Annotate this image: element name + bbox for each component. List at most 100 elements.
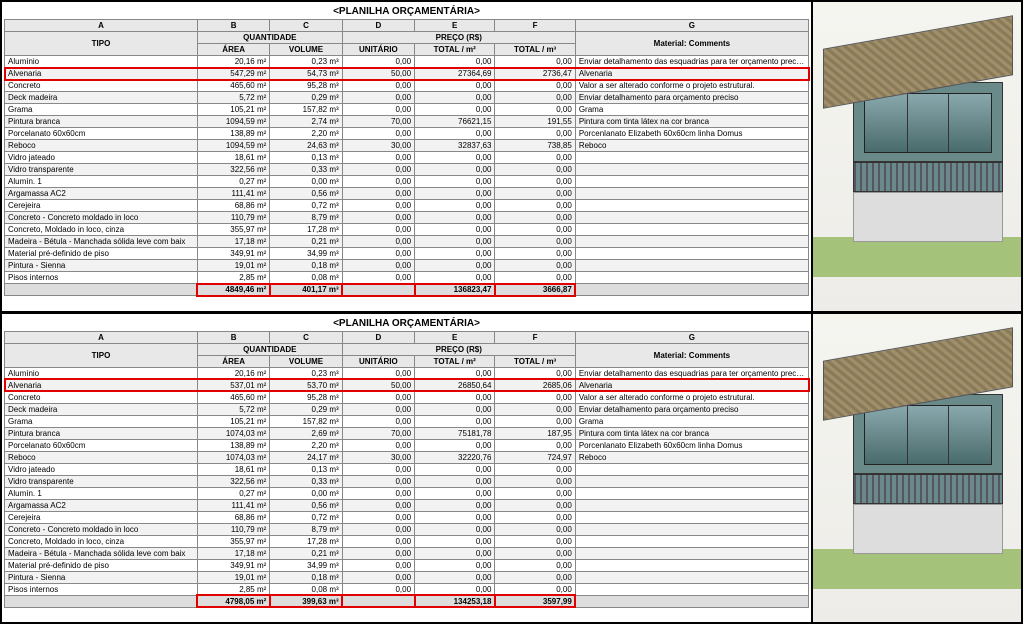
cell-tipo[interactable]: Pintura - Sienna — [5, 260, 198, 272]
cell-volume[interactable]: 0,56 m³ — [270, 499, 342, 511]
cell-unitario[interactable]: 0,00 — [342, 212, 414, 224]
table-row[interactable]: Concreto - Concreto moldado in loco110,7… — [5, 212, 809, 224]
cell-unitario[interactable]: 0,00 — [342, 176, 414, 188]
cell-total-m2[interactable]: 0,00 — [415, 80, 495, 92]
table-row[interactable]: Deck madeira5,72 m²0,29 m³0,000,000,00En… — [5, 403, 809, 415]
cell-tipo[interactable]: Concreto - Concreto moldado in loco — [5, 212, 198, 224]
cell-area[interactable]: 547,29 m² — [197, 68, 269, 80]
cell-total-m3[interactable]: 0,00 — [495, 391, 575, 403]
hdr-material-comments[interactable]: Material: Comments — [575, 343, 808, 367]
cell-unitario[interactable]: 0,00 — [342, 547, 414, 559]
cell-tipo[interactable]: Argamassa AC2 — [5, 188, 198, 200]
cell-area[interactable]: 111,41 m² — [197, 499, 269, 511]
col-letter-f[interactable]: F — [495, 331, 575, 343]
cell-total-m2[interactable]: 0,00 — [415, 559, 495, 571]
cell-total-m2[interactable]: 0,00 — [415, 128, 495, 140]
cell-tipo[interactable]: Vidro jateado — [5, 463, 198, 475]
cell-area[interactable]: 322,56 m² — [197, 164, 269, 176]
cell-tipo[interactable]: Deck madeira — [5, 403, 198, 415]
cell-total-m3[interactable]: 0,00 — [495, 176, 575, 188]
cell-volume[interactable]: 0,29 m³ — [270, 92, 342, 104]
cell-total-m3[interactable]: 0,00 — [495, 188, 575, 200]
hdr-area[interactable]: ÁREA — [197, 44, 269, 56]
cell-comments[interactable] — [575, 547, 808, 559]
hdr-total-m3[interactable]: TOTAL / m³ — [495, 44, 575, 56]
cell-total-m3[interactable]: 0,00 — [495, 415, 575, 427]
cell-area[interactable]: 110,79 m² — [197, 523, 269, 535]
cell-volume[interactable]: 0,00 m³ — [270, 176, 342, 188]
cell-unitario[interactable]: 0,00 — [342, 499, 414, 511]
cell-comments[interactable]: Porcenlanato Elizabeth 60x60cm linha Dom… — [575, 439, 808, 451]
cell-volume[interactable]: 34,99 m³ — [270, 559, 342, 571]
cell-tipo[interactable]: Reboco — [5, 140, 198, 152]
cell-comments[interactable]: Pintura com tinta látex na cor branca — [575, 427, 808, 439]
cell-unitario[interactable]: 0,00 — [342, 475, 414, 487]
cell-area[interactable]: 2,85 m² — [197, 583, 269, 595]
cell-tipo[interactable]: Reboco — [5, 451, 198, 463]
cell-total-m3[interactable]: 738,85 — [495, 140, 575, 152]
cell-total-m3[interactable]: 0,00 — [495, 475, 575, 487]
cell-area[interactable]: 5,72 m² — [197, 403, 269, 415]
cell-area[interactable]: 105,21 m² — [197, 415, 269, 427]
cell-total-m3[interactable]: 0,00 — [495, 499, 575, 511]
table-row[interactable]: Argamassa AC2111,41 m²0,56 m³0,000,000,0… — [5, 499, 809, 511]
cell-total-m3[interactable]: 0,00 — [495, 367, 575, 379]
cell-volume[interactable]: 157,82 m³ — [270, 104, 342, 116]
cell-unitario[interactable]: 0,00 — [342, 523, 414, 535]
cell-unitario[interactable]: 50,00 — [342, 379, 414, 391]
cell-unitario[interactable]: 0,00 — [342, 128, 414, 140]
cell-total-m2[interactable]: 0,00 — [415, 188, 495, 200]
table-row[interactable]: Concreto, Moldado in loco, cinza355,97 m… — [5, 224, 809, 236]
cell-area[interactable]: 1074,03 m² — [197, 451, 269, 463]
cell-total-m3[interactable]: 0,00 — [495, 272, 575, 284]
cell-total-m3[interactable]: 0,00 — [495, 463, 575, 475]
cell-tipo[interactable]: Alvenaria — [5, 379, 198, 391]
cell-unitario[interactable]: 0,00 — [342, 236, 414, 248]
table-row[interactable]: Deck madeira5,72 m²0,29 m³0,000,000,00En… — [5, 92, 809, 104]
cell-tipo[interactable]: Madeira - Bétula - Manchada sólida leve … — [5, 547, 198, 559]
hdr-total-m3[interactable]: TOTAL / m³ — [495, 355, 575, 367]
cell-tipo[interactable]: Alumín. 1 — [5, 487, 198, 499]
cell-total-m2[interactable]: 0,00 — [415, 104, 495, 116]
table-row[interactable]: Vidro jateado18,61 m²0,13 m³0,000,000,00 — [5, 152, 809, 164]
cell-comments[interactable]: Alvenaria — [575, 379, 808, 391]
cell-unitario[interactable]: 0,00 — [342, 260, 414, 272]
cell-total-m3[interactable]: 0,00 — [495, 547, 575, 559]
table-row[interactable]: Alumín. 10,27 m²0,00 m³0,000,000,00 — [5, 176, 809, 188]
cell-total-m3[interactable]: 0,00 — [495, 523, 575, 535]
cell-unitario[interactable]: 0,00 — [342, 104, 414, 116]
cell-total-m2[interactable]: 75181,78 — [415, 427, 495, 439]
cell-volume[interactable]: 0,72 m³ — [270, 200, 342, 212]
hdr-tipo[interactable]: TIPO — [5, 343, 198, 367]
cell-total-m2[interactable]: 32837,63 — [415, 140, 495, 152]
cell-tipo[interactable]: Concreto, Moldado in loco, cinza — [5, 224, 198, 236]
cell-total-m3[interactable]: 0,00 — [495, 92, 575, 104]
col-letter-g[interactable]: G — [575, 331, 808, 343]
cell-area[interactable]: 355,97 m² — [197, 535, 269, 547]
cell-volume[interactable]: 0,13 m³ — [270, 152, 342, 164]
cell-comments[interactable] — [575, 272, 808, 284]
cell-tipo[interactable]: Alumínio — [5, 56, 198, 68]
cell-comments[interactable] — [575, 487, 808, 499]
cell-comments[interactable]: Reboco — [575, 451, 808, 463]
cell-tipo[interactable]: Cerejeira — [5, 200, 198, 212]
cell-total-m2[interactable]: 0,00 — [415, 260, 495, 272]
cell-area[interactable]: 1094,59 m² — [197, 140, 269, 152]
cell-total-m3[interactable]: 187,95 — [495, 427, 575, 439]
cell-comments[interactable] — [575, 200, 808, 212]
cell-tipo[interactable]: Concreto, Moldado in loco, cinza — [5, 535, 198, 547]
cell-unitario[interactable]: 50,00 — [342, 68, 414, 80]
col-letter-e[interactable]: E — [415, 20, 495, 32]
hdr-total-m2[interactable]: TOTAL / m² — [415, 355, 495, 367]
cell-total-m3[interactable]: 2685,06 — [495, 379, 575, 391]
cell-comments[interactable]: Enviar detalhamento das esquadrias para … — [575, 367, 808, 379]
table-row[interactable]: Concreto, Moldado in loco, cinza355,97 m… — [5, 535, 809, 547]
cell-unitario[interactable]: 0,00 — [342, 439, 414, 451]
cell-tipo[interactable]: Deck madeira — [5, 92, 198, 104]
cell-total-m2[interactable]: 0,00 — [415, 367, 495, 379]
table-row[interactable]: Porcelanato 60x60cm138,89 m²2,20 m³0,000… — [5, 128, 809, 140]
cell-total-m3[interactable]: 0,00 — [495, 152, 575, 164]
cell-total-m2[interactable]: 0,00 — [415, 212, 495, 224]
cell-volume[interactable]: 8,79 m³ — [270, 523, 342, 535]
cell-total-m2[interactable]: 26850,64 — [415, 379, 495, 391]
